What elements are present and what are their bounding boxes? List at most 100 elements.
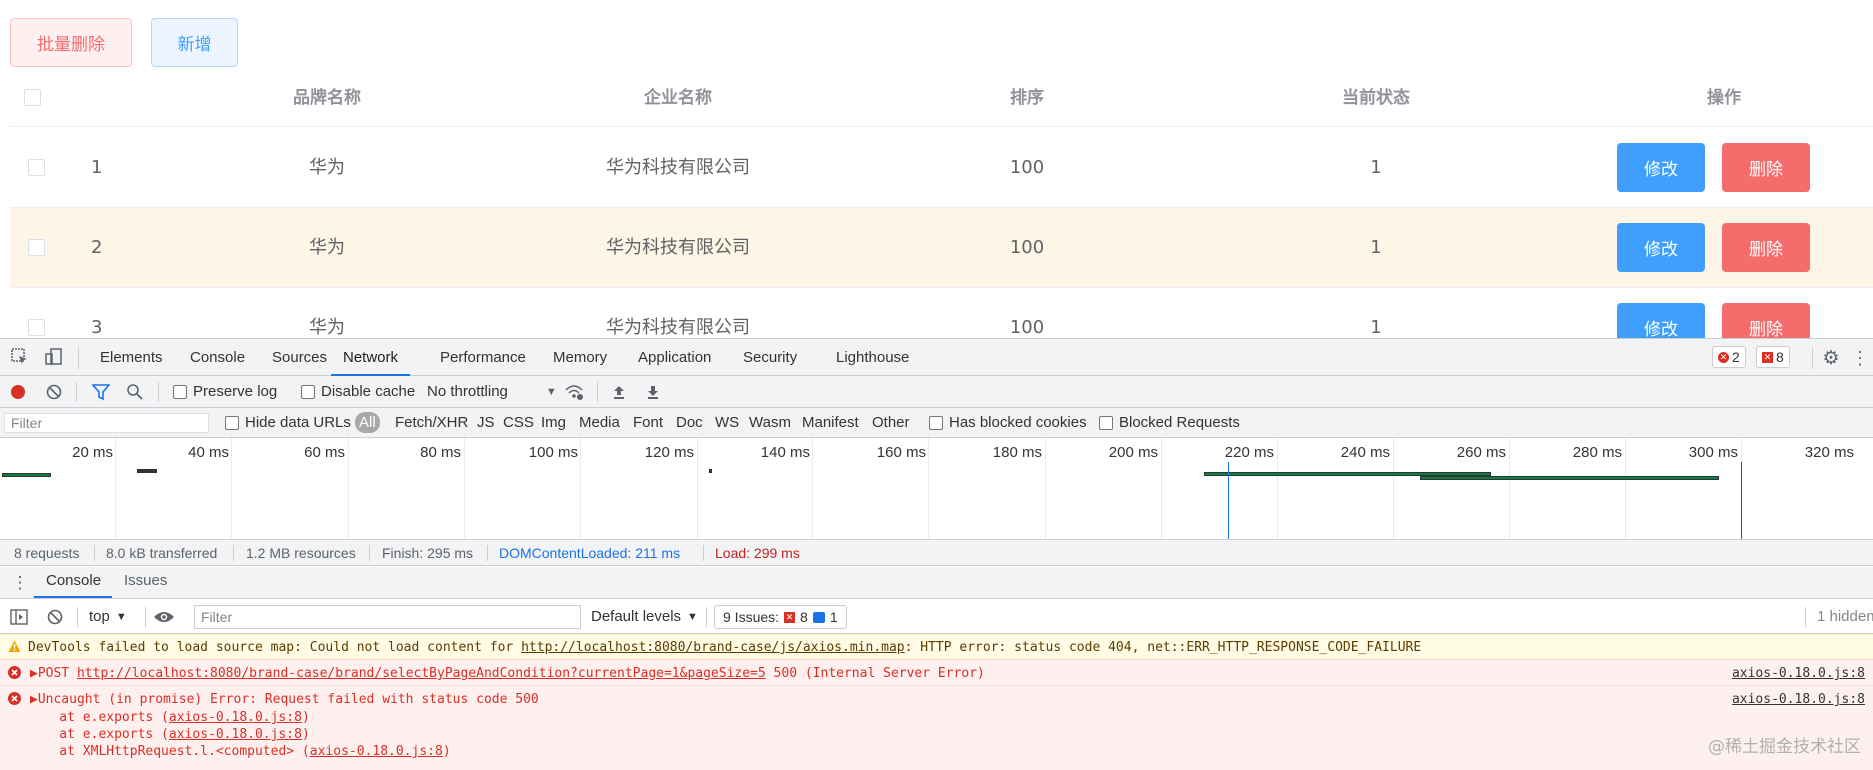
add-button[interactable]: 新增 (151, 18, 238, 67)
filter-type-manifest[interactable]: Manifest (802, 414, 859, 431)
expand-triangle-icon[interactable]: ▶ (30, 666, 38, 681)
warning-suffix: : HTTP error: status code 404, net::ERR_… (904, 640, 1422, 655)
clear-icon[interactable] (46, 384, 62, 400)
tab-memory[interactable]: Memory (553, 339, 607, 376)
more-options-icon[interactable]: ⋮ (1851, 347, 1869, 369)
export-har-icon[interactable] (644, 383, 662, 401)
select-all-checkbox[interactable] (24, 89, 41, 106)
console-filter-input[interactable]: Filter (194, 605, 581, 629)
error-text[interactable]: ▶POST http://localhost:8080/brand-case/b… (30, 665, 985, 682)
row-checkbox[interactable] (28, 159, 45, 176)
filter-type-wasm[interactable]: Wasm (749, 414, 791, 431)
tab-sources[interactable]: Sources (272, 339, 327, 376)
drawer-tab-console[interactable]: Console (46, 564, 101, 598)
row-checkbox[interactable] (28, 319, 45, 336)
hide-data-urls-checkbox[interactable] (225, 415, 239, 430)
tab-console[interactable]: Console (190, 339, 245, 376)
network-conditions-icon[interactable] (564, 383, 584, 401)
filter-type-ws[interactable]: WS (715, 414, 739, 431)
column-company-name: 企业名称 (644, 88, 712, 108)
search-icon[interactable] (126, 383, 144, 401)
separator (1812, 347, 1813, 369)
row-order: 100 (1009, 317, 1045, 338)
error-source-link[interactable]: axios-0.18.0.js:8 (1732, 691, 1865, 708)
tab-performance[interactable]: Performance (440, 339, 526, 376)
error-count: 2 (1732, 349, 1740, 365)
stack-frame-link[interactable]: axios-0.18.0.js:8 (169, 727, 302, 742)
tab-security[interactable]: Security (743, 339, 797, 376)
preserve-log-toggle[interactable]: Preserve log (173, 383, 277, 400)
has-blocked-cookies-toggle[interactable]: Has blocked cookies (929, 414, 1087, 431)
stack-frame-link[interactable]: axios-0.18.0.js:8 (310, 744, 443, 759)
filter-type-all[interactable]: All (355, 412, 380, 433)
settings-gear-icon[interactable]: ⚙ (1820, 347, 1842, 369)
sidebar-toggle-icon[interactable] (10, 609, 28, 625)
has-blocked-cookies-label: Has blocked cookies (949, 414, 1087, 431)
warning-text: DevTools failed to load source map: Coul… (28, 639, 1421, 656)
issues-button[interactable]: 9 Issues: ✕ 8 1 (714, 605, 847, 629)
row-checkbox[interactable] (28, 239, 45, 256)
filter-funnel-icon[interactable] (92, 383, 110, 401)
tab-lighthouse[interactable]: Lighthouse (836, 339, 909, 376)
timeline-label: 160 ms (876, 444, 926, 461)
device-toolbar-icon[interactable] (44, 347, 64, 367)
filter-type-fetch-xhr[interactable]: Fetch/XHR (395, 414, 468, 431)
filter-type-img[interactable]: Img (541, 414, 566, 431)
timeline-label: 120 ms (644, 444, 694, 461)
delete-button[interactable]: 删除 (1722, 303, 1810, 338)
has-blocked-cookies-checkbox[interactable] (929, 415, 943, 430)
network-filter-bar: Filter Hide data URLs All Fetch/XHR JS C… (0, 408, 1873, 438)
inspect-element-icon[interactable] (10, 347, 30, 367)
table-header: 品牌名称 企业名称 排序 当前状态 操作 (10, 78, 1873, 127)
filter-type-js[interactable]: JS (477, 414, 495, 431)
filter-type-css[interactable]: CSS (503, 414, 534, 431)
delete-button[interactable]: 删除 (1722, 223, 1810, 272)
request-url-link[interactable]: http://localhost:8080/brand-case/brand/s… (77, 666, 766, 681)
timeline-label: 220 ms (1224, 444, 1274, 461)
drawer-tab-issues[interactable]: Issues (124, 564, 167, 598)
blocked-requests-label: Blocked Requests (1119, 414, 1240, 431)
delete-button[interactable]: 删除 (1722, 143, 1810, 192)
context-select[interactable]: top ▼ (89, 608, 127, 625)
log-levels-select[interactable]: Default levels ▼ (591, 608, 698, 625)
throttling-select[interactable]: No throttling ▼ (427, 383, 557, 400)
network-filter-input[interactable]: Filter (4, 413, 209, 433)
edit-button[interactable]: 修改 (1617, 143, 1705, 192)
row-order: 100 (1009, 157, 1045, 178)
disable-cache-toggle[interactable]: Disable cache (301, 383, 415, 400)
tab-network[interactable]: Network (331, 339, 411, 376)
tab-application[interactable]: Application (638, 339, 711, 376)
error-source-link[interactable]: axios-0.18.0.js:8 (1732, 665, 1865, 682)
blocked-requests-checkbox[interactable] (1099, 415, 1113, 430)
source-map-link[interactable]: http://localhost:8080/brand-case/js/axio… (521, 640, 905, 655)
edit-button[interactable]: 修改 (1617, 223, 1705, 272)
network-timeline-overview[interactable]: 20 ms 40 ms 60 ms 80 ms 100 ms 120 ms 14… (0, 438, 1873, 540)
record-icon[interactable] (10, 384, 26, 400)
preserve-log-checkbox[interactable] (173, 384, 187, 399)
separator (158, 382, 159, 402)
separator (597, 382, 598, 402)
import-har-icon[interactable] (610, 383, 628, 401)
filter-type-other[interactable]: Other (872, 414, 910, 431)
request-bar (2, 473, 51, 477)
chevron-down-icon: ▼ (687, 610, 698, 623)
error-count-badge[interactable]: ✕ 2 (1712, 346, 1746, 368)
edit-button[interactable]: 修改 (1617, 303, 1705, 338)
live-expression-eye-icon[interactable] (153, 609, 175, 625)
expand-triangle-icon[interactable]: ▶ (30, 692, 38, 707)
tab-elements[interactable]: Elements (100, 339, 163, 376)
separator (706, 607, 707, 627)
batch-delete-button[interactable]: 批量删除 (10, 18, 132, 67)
filter-type-font[interactable]: Font (633, 414, 663, 431)
hide-data-urls-toggle[interactable]: Hide data URLs (225, 414, 351, 431)
blocked-requests-toggle[interactable]: Blocked Requests (1099, 414, 1240, 431)
filter-type-media[interactable]: Media (579, 414, 620, 431)
drawer-menu-icon[interactable]: ⋮ (12, 573, 29, 593)
clear-console-icon[interactable] (47, 609, 63, 625)
disable-cache-checkbox[interactable] (301, 384, 315, 399)
filter-type-doc[interactable]: Doc (676, 414, 703, 431)
stack-frame-link[interactable]: axios-0.18.0.js:8 (169, 710, 302, 725)
issue-count-badge[interactable]: ✕ 8 (1756, 346, 1790, 368)
uncaught-error-text: Uncaught (in promise) Error: Request fai… (37, 692, 539, 707)
error-text[interactable]: ▶Uncaught (in promise) Error: Request fa… (30, 691, 539, 708)
